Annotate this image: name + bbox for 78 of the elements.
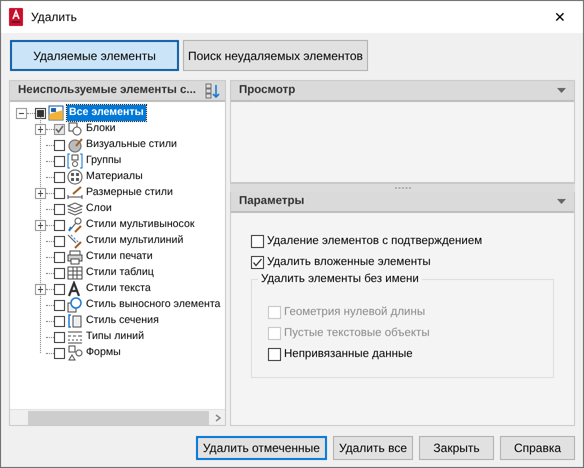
checkbox[interactable] — [54, 172, 65, 182]
tree-item[interactable]: Все элементы — [67, 105, 146, 121]
tree-item[interactable]: Стиль сечения — [86, 313, 159, 329]
dialog-button[interactable]: Удалить отмеченные — [196, 436, 327, 460]
checkbox[interactable] — [54, 124, 65, 134]
window-title: Удалить — [31, 9, 77, 26]
checkbox-label: Удалить вложенные элементы — [267, 254, 431, 270]
checker-ball-icon — [67, 169, 83, 185]
checkbox[interactable] — [54, 204, 65, 214]
tab[interactable]: Удаляемые элементы — [10, 40, 179, 71]
splitter-handle[interactable] — [230, 183, 575, 192]
shapes-icon — [67, 345, 83, 361]
tree-item[interactable]: Стили мультивыносок — [86, 217, 194, 233]
sort-icon[interactable] — [205, 82, 221, 98]
dropdown-icon[interactable] — [557, 199, 566, 204]
checkbox[interactable] — [54, 220, 65, 230]
panel-title: Просмотр — [239, 82, 296, 98]
dialog-button[interactable]: Закрыть — [419, 436, 494, 460]
checkbox[interactable] — [54, 348, 65, 358]
tab[interactable]: Поиск неудаляемых элементов — [183, 40, 368, 71]
tree-item[interactable]: Группы — [86, 153, 122, 169]
linetype-icon — [67, 329, 83, 345]
tree-item[interactable]: Слои — [86, 201, 112, 217]
checkbox[interactable] — [251, 256, 264, 269]
checkbox[interactable] — [54, 332, 65, 342]
tree-item[interactable]: Стили печати — [86, 249, 153, 265]
group-icon — [67, 153, 83, 169]
checkbox-label: Удаление элементов с подтверждением — [267, 234, 482, 249]
tree-item[interactable]: Стиль выносного элемента — [86, 297, 220, 313]
section-icon — [67, 313, 83, 329]
tree-item[interactable]: Стили таблиц — [86, 265, 154, 281]
tree-item[interactable]: Стили мультилиний — [86, 233, 184, 249]
tree-item[interactable]: Типы линий — [86, 329, 144, 345]
tri-state-checkbox[interactable] — [35, 108, 46, 118]
app-logo-icon — [9, 8, 23, 26]
expand-toggle[interactable] — [35, 284, 46, 294]
tree-item[interactable]: Стили текста — [86, 281, 151, 297]
checkbox[interactable] — [54, 284, 65, 294]
scrollbar-thumb[interactable] — [28, 410, 209, 424]
blocks-icon — [67, 121, 83, 137]
checkbox-label: Геометрия нулевой длины — [284, 304, 426, 320]
palette-icon — [67, 137, 83, 153]
checkbox[interactable] — [54, 236, 65, 246]
panel-title: Параметры — [239, 194, 304, 209]
checkbox[interactable] — [54, 268, 65, 278]
checkbox[interactable] — [54, 188, 65, 198]
checkbox[interactable] — [54, 300, 65, 310]
expand-toggle[interactable] — [35, 220, 46, 230]
tree-item[interactable]: Материалы — [86, 169, 143, 185]
tree-item[interactable]: Формы — [86, 345, 121, 361]
checkbox[interactable] — [54, 140, 65, 150]
dialog-button[interactable]: Удалить все — [332, 436, 413, 460]
panel-title: Неиспользуемые элементы с... — [18, 82, 196, 98]
expand-toggle[interactable] — [35, 188, 46, 198]
tree-item[interactable]: Блоки — [86, 121, 116, 137]
leader-icon — [67, 217, 83, 233]
checkbox[interactable] — [251, 235, 264, 248]
checkbox[interactable] — [54, 156, 65, 166]
dropdown-icon[interactable] — [557, 88, 566, 93]
table-icon — [67, 265, 83, 281]
tree-item[interactable]: Размерные стили — [86, 185, 173, 201]
expand-toggle[interactable] — [35, 124, 46, 134]
printer-icon — [67, 249, 83, 265]
tree-item[interactable]: Визуальные стили — [86, 137, 177, 153]
callout-icon — [67, 297, 83, 313]
close-button[interactable]: ✕ — [537, 6, 583, 28]
collapse-toggle[interactable] — [16, 108, 27, 118]
layers-icon — [67, 201, 83, 217]
checkbox-label: Непривязанные данные — [284, 346, 413, 362]
folder-icon — [48, 105, 64, 121]
checkbox[interactable] — [54, 252, 65, 262]
checkbox[interactable] — [54, 316, 65, 326]
checkbox-label: Пустые текстовые объекты — [284, 326, 430, 341]
dimension-icon — [67, 185, 83, 201]
checkbox[interactable] — [268, 348, 281, 361]
multiline-icon — [67, 233, 83, 249]
text-style-icon — [67, 281, 83, 297]
dialog-button[interactable]: Справка — [500, 436, 575, 460]
